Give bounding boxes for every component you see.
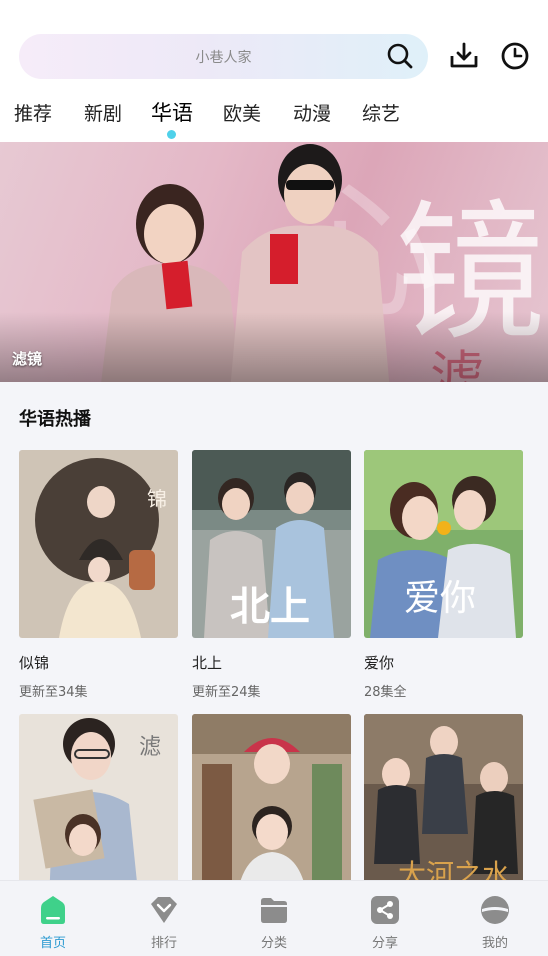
search-icon[interactable] (386, 42, 414, 70)
svg-text:锦: 锦 (147, 487, 167, 511)
drama-card[interactable] (192, 714, 352, 902)
drama-poster[interactable] (192, 714, 351, 902)
hero-banner[interactable]: 心 镜 滤 滤镜 (0, 142, 548, 382)
section-title: 华语热播 (19, 409, 91, 430)
drama-poster[interactable]: 北上 (192, 450, 351, 638)
folder-icon (261, 898, 287, 923)
drama-card[interactable]: 爱你 爱你 28集全 (364, 450, 524, 700)
search-bar[interactable]: 小巷人家 (19, 34, 428, 79)
drama-poster[interactable]: 滤 (19, 714, 178, 902)
drama-episode-status: 更新至34集 (19, 685, 88, 700)
tab-variety[interactable]: 综艺 (362, 99, 400, 126)
tab-western[interactable]: 欧美 (223, 99, 261, 126)
tab-anime[interactable]: 动漫 (293, 99, 331, 126)
drama-title: 似锦 (19, 654, 50, 672)
drama-card[interactable]: 大河之水 (364, 714, 524, 902)
bottom-nav: 首页 排行 分类 分享 我的 (0, 880, 548, 956)
share-icon (371, 896, 399, 924)
nav-share[interactable]: 分享 (330, 881, 440, 956)
download-icon[interactable] (448, 40, 480, 72)
banner-gradient (0, 312, 548, 382)
drama-card[interactable]: 北上 北上 更新至24集 (192, 450, 352, 700)
nav-rank-label: 排行 (150, 936, 177, 951)
drama-poster[interactable]: 锦 (19, 450, 178, 638)
nav-home-label: 首页 (39, 936, 66, 951)
rank-icon (151, 897, 177, 923)
tab-recommend[interactable]: 推荐 (14, 99, 52, 126)
drama-card[interactable]: 滤 (19, 714, 179, 902)
nav-category-label: 分类 (260, 936, 287, 951)
nav-home[interactable]: 首页 (0, 881, 108, 956)
home-icon (41, 896, 65, 924)
active-tab-indicator (167, 130, 176, 139)
drama-episode-status: 更新至24集 (192, 685, 261, 700)
tab-new-drama[interactable]: 新剧 (84, 99, 122, 126)
tab-chinese[interactable]: 华语 (151, 97, 193, 127)
drama-poster[interactable]: 大河之水 (364, 714, 523, 902)
profile-icon (481, 896, 509, 924)
nav-profile-label: 我的 (481, 936, 508, 951)
category-tabs: 推荐 新剧 华语 欧美 动漫 综艺 (0, 92, 548, 140)
hot-section: 华语热播 锦 似锦 更新至34集 北上 北上 更新至24集 爱你 爱你 28集全… (0, 382, 548, 902)
search-placeholder: 小巷人家 (195, 50, 252, 66)
drama-episode-status: 28集全 (364, 685, 407, 700)
svg-text:滤: 滤 (139, 735, 161, 760)
nav-category[interactable]: 分类 (219, 881, 329, 956)
svg-text:北上: 北上 (230, 583, 310, 630)
drama-title: 爱你 (364, 654, 395, 672)
svg-text:爱你: 爱你 (404, 578, 476, 619)
drama-title: 北上 (192, 654, 223, 672)
history-icon[interactable] (499, 40, 531, 72)
nav-rank[interactable]: 排行 (109, 881, 219, 956)
nav-share-label: 分享 (371, 936, 398, 951)
nav-profile[interactable]: 我的 (440, 881, 548, 956)
banner-title: 滤镜 (12, 350, 43, 368)
drama-poster[interactable]: 爱你 (364, 450, 523, 638)
drama-card[interactable]: 锦 似锦 更新至34集 (19, 450, 179, 700)
